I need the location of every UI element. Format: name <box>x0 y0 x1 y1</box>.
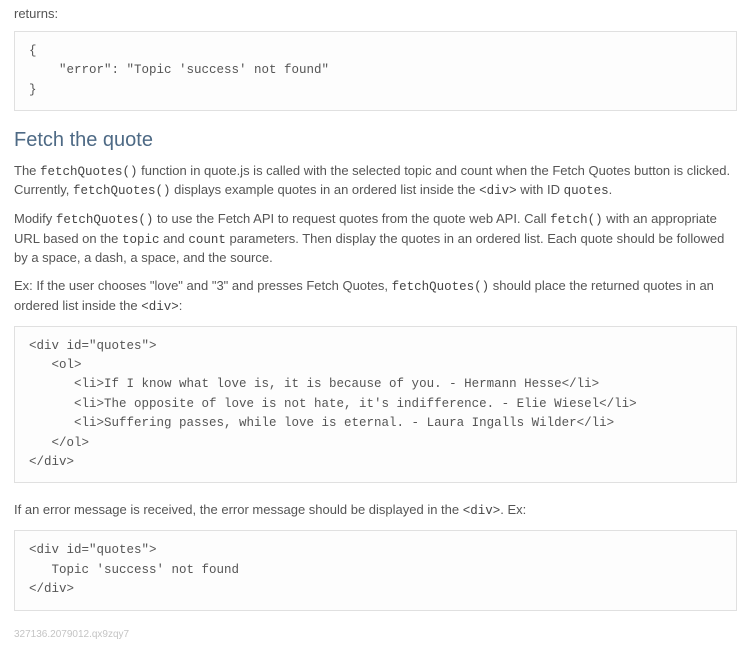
text: : <box>179 298 183 313</box>
text: Modify <box>14 211 56 226</box>
text: . <box>609 182 613 197</box>
code-quotes: quotes <box>564 184 609 198</box>
paragraph-example-love: Ex: If the user chooses "love" and "3" a… <box>14 277 737 315</box>
paragraph-intro-fetchquotes: The fetchQuotes() function in quote.js i… <box>14 162 737 200</box>
text: The <box>14 163 40 178</box>
text: to use the Fetch API to request quotes f… <box>153 211 550 226</box>
heading-fetch-the-quote: Fetch the quote <box>14 129 737 152</box>
code-fetchquotes: fetchQuotes() <box>73 184 171 198</box>
paragraph-modify-fetchquotes: Modify fetchQuotes() to use the Fetch AP… <box>14 210 737 267</box>
code-block-error-json: { "error": "Topic 'success' not found" } <box>14 31 737 111</box>
text: with ID <box>517 182 564 197</box>
text: . Ex: <box>500 502 526 517</box>
code-block-quotes-list: <div id="quotes"> <ol> <li>If I know wha… <box>14 326 737 484</box>
text: and <box>159 231 188 246</box>
code-div: <div> <box>463 504 501 518</box>
code-count: count <box>188 233 226 247</box>
text: If an error message is received, the err… <box>14 502 463 517</box>
paragraph-error-case: If an error message is received, the err… <box>14 501 737 520</box>
code-fetchquotes: fetchQuotes() <box>392 280 490 294</box>
returns-label: returns: <box>14 6 737 21</box>
code-fetchquotes: fetchQuotes() <box>56 213 154 227</box>
code-div: <div> <box>141 300 179 314</box>
code-block-error-div: <div id="quotes"> Topic 'success' not fo… <box>14 530 737 610</box>
code-div: <div> <box>479 184 517 198</box>
code-fetchquotes: fetchQuotes() <box>40 165 138 179</box>
text: displays example quotes in an ordered li… <box>171 182 480 197</box>
text: Ex: If the user chooses "love" and "3" a… <box>14 278 392 293</box>
footer-identifier: 327136.2079012.qx9zqy7 <box>14 629 737 640</box>
code-fetch: fetch() <box>550 213 603 227</box>
code-topic: topic <box>122 233 160 247</box>
